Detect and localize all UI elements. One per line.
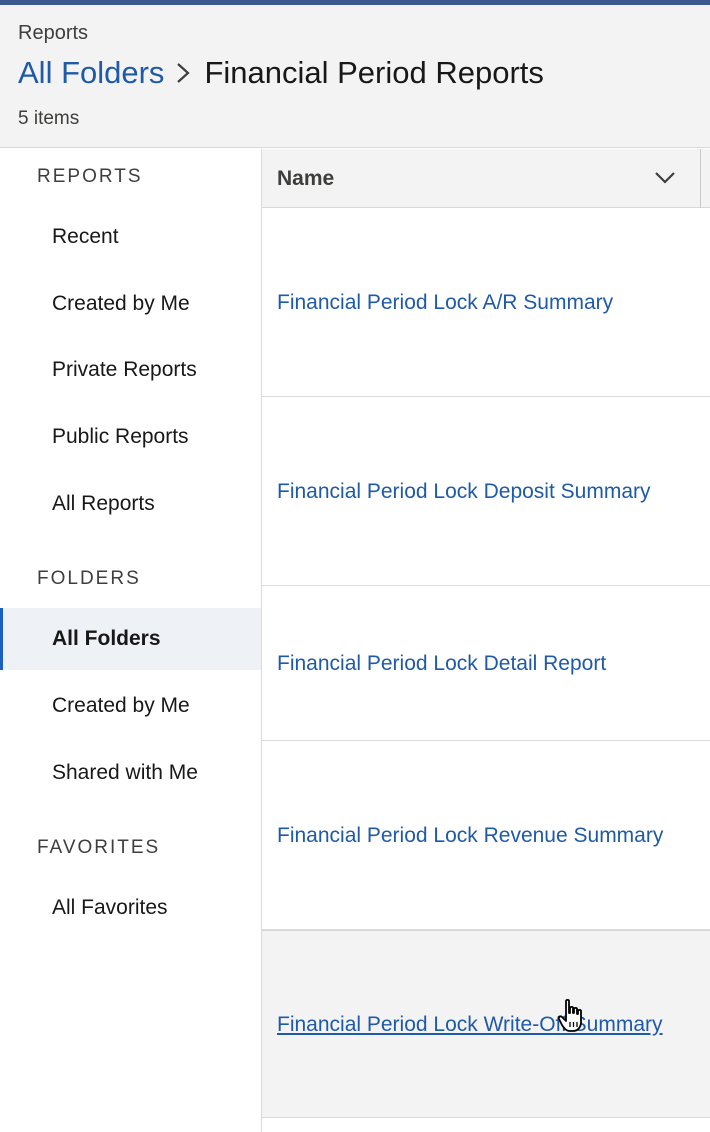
report-link[interactable]: Financial Period Lock Revenue Summary <box>277 818 663 853</box>
sidebar-section-reports: REPORTS <box>37 166 143 187</box>
report-link[interactable]: Financial Period Lock Deposit Summary <box>277 474 651 509</box>
table-row: Financial Period Lock Detail Report <box>262 586 710 741</box>
column-resize-handle[interactable] <box>700 149 701 208</box>
report-link[interactable]: Financial Period Lock A/R Summary <box>277 285 613 320</box>
chevron-right-icon <box>176 62 191 84</box>
sidebar-section-favorites: FAVORITES <box>37 837 161 858</box>
table-row: Financial Period Lock Deposit Summary <box>262 397 710 586</box>
page-header: Reports All Folders Financial Period Rep… <box>0 5 710 148</box>
object-label: Reports <box>18 22 89 44</box>
breadcrumb-all-folders-link[interactable]: All Folders <box>18 55 164 91</box>
sidebar-item-private-reports[interactable]: Private Reports <box>0 339 261 401</box>
table-row: Financial Period Lock Revenue Summary <box>262 741 710 930</box>
sidebar-item-folders-created-by-me[interactable]: Created by Me <box>0 675 261 737</box>
sidebar-item-all-folders[interactable]: All Folders <box>0 608 261 670</box>
sidebar-item-all-reports[interactable]: All Reports <box>0 473 261 535</box>
chevron-down-icon[interactable] <box>650 163 680 193</box>
sidebar-item-all-favorites[interactable]: All Favorites <box>0 877 261 939</box>
sidebar-item-shared-with-me[interactable]: Shared with Me <box>0 742 261 804</box>
sidebar-section-folders: FOLDERS <box>37 568 141 589</box>
sidebar-nav: REPORTS Recent Created by Me Private Rep… <box>0 149 262 1132</box>
report-link[interactable]: Financial Period Lock Write-Off Summary <box>277 1007 663 1042</box>
breadcrumb: All Folders Financial Period Reports <box>18 55 544 91</box>
sidebar-item-public-reports[interactable]: Public Reports <box>0 406 261 468</box>
sidebar-item-created-by-me[interactable]: Created by Me <box>0 273 261 335</box>
report-list: Name Financial Period Lock A/R Summary F… <box>262 149 710 1132</box>
column-header-label: Name <box>277 167 335 190</box>
table-row: Financial Period Lock A/R Summary <box>262 209 710 397</box>
table-row: Financial Period Lock Write-Off Summary <box>262 930 710 1118</box>
item-count: 5 items <box>18 108 80 129</box>
report-link[interactable]: Financial Period Lock Detail Report <box>277 646 606 681</box>
column-header-name[interactable]: Name <box>262 149 710 208</box>
sidebar-item-recent[interactable]: Recent <box>0 206 261 268</box>
page-title: Financial Period Reports <box>204 55 544 90</box>
